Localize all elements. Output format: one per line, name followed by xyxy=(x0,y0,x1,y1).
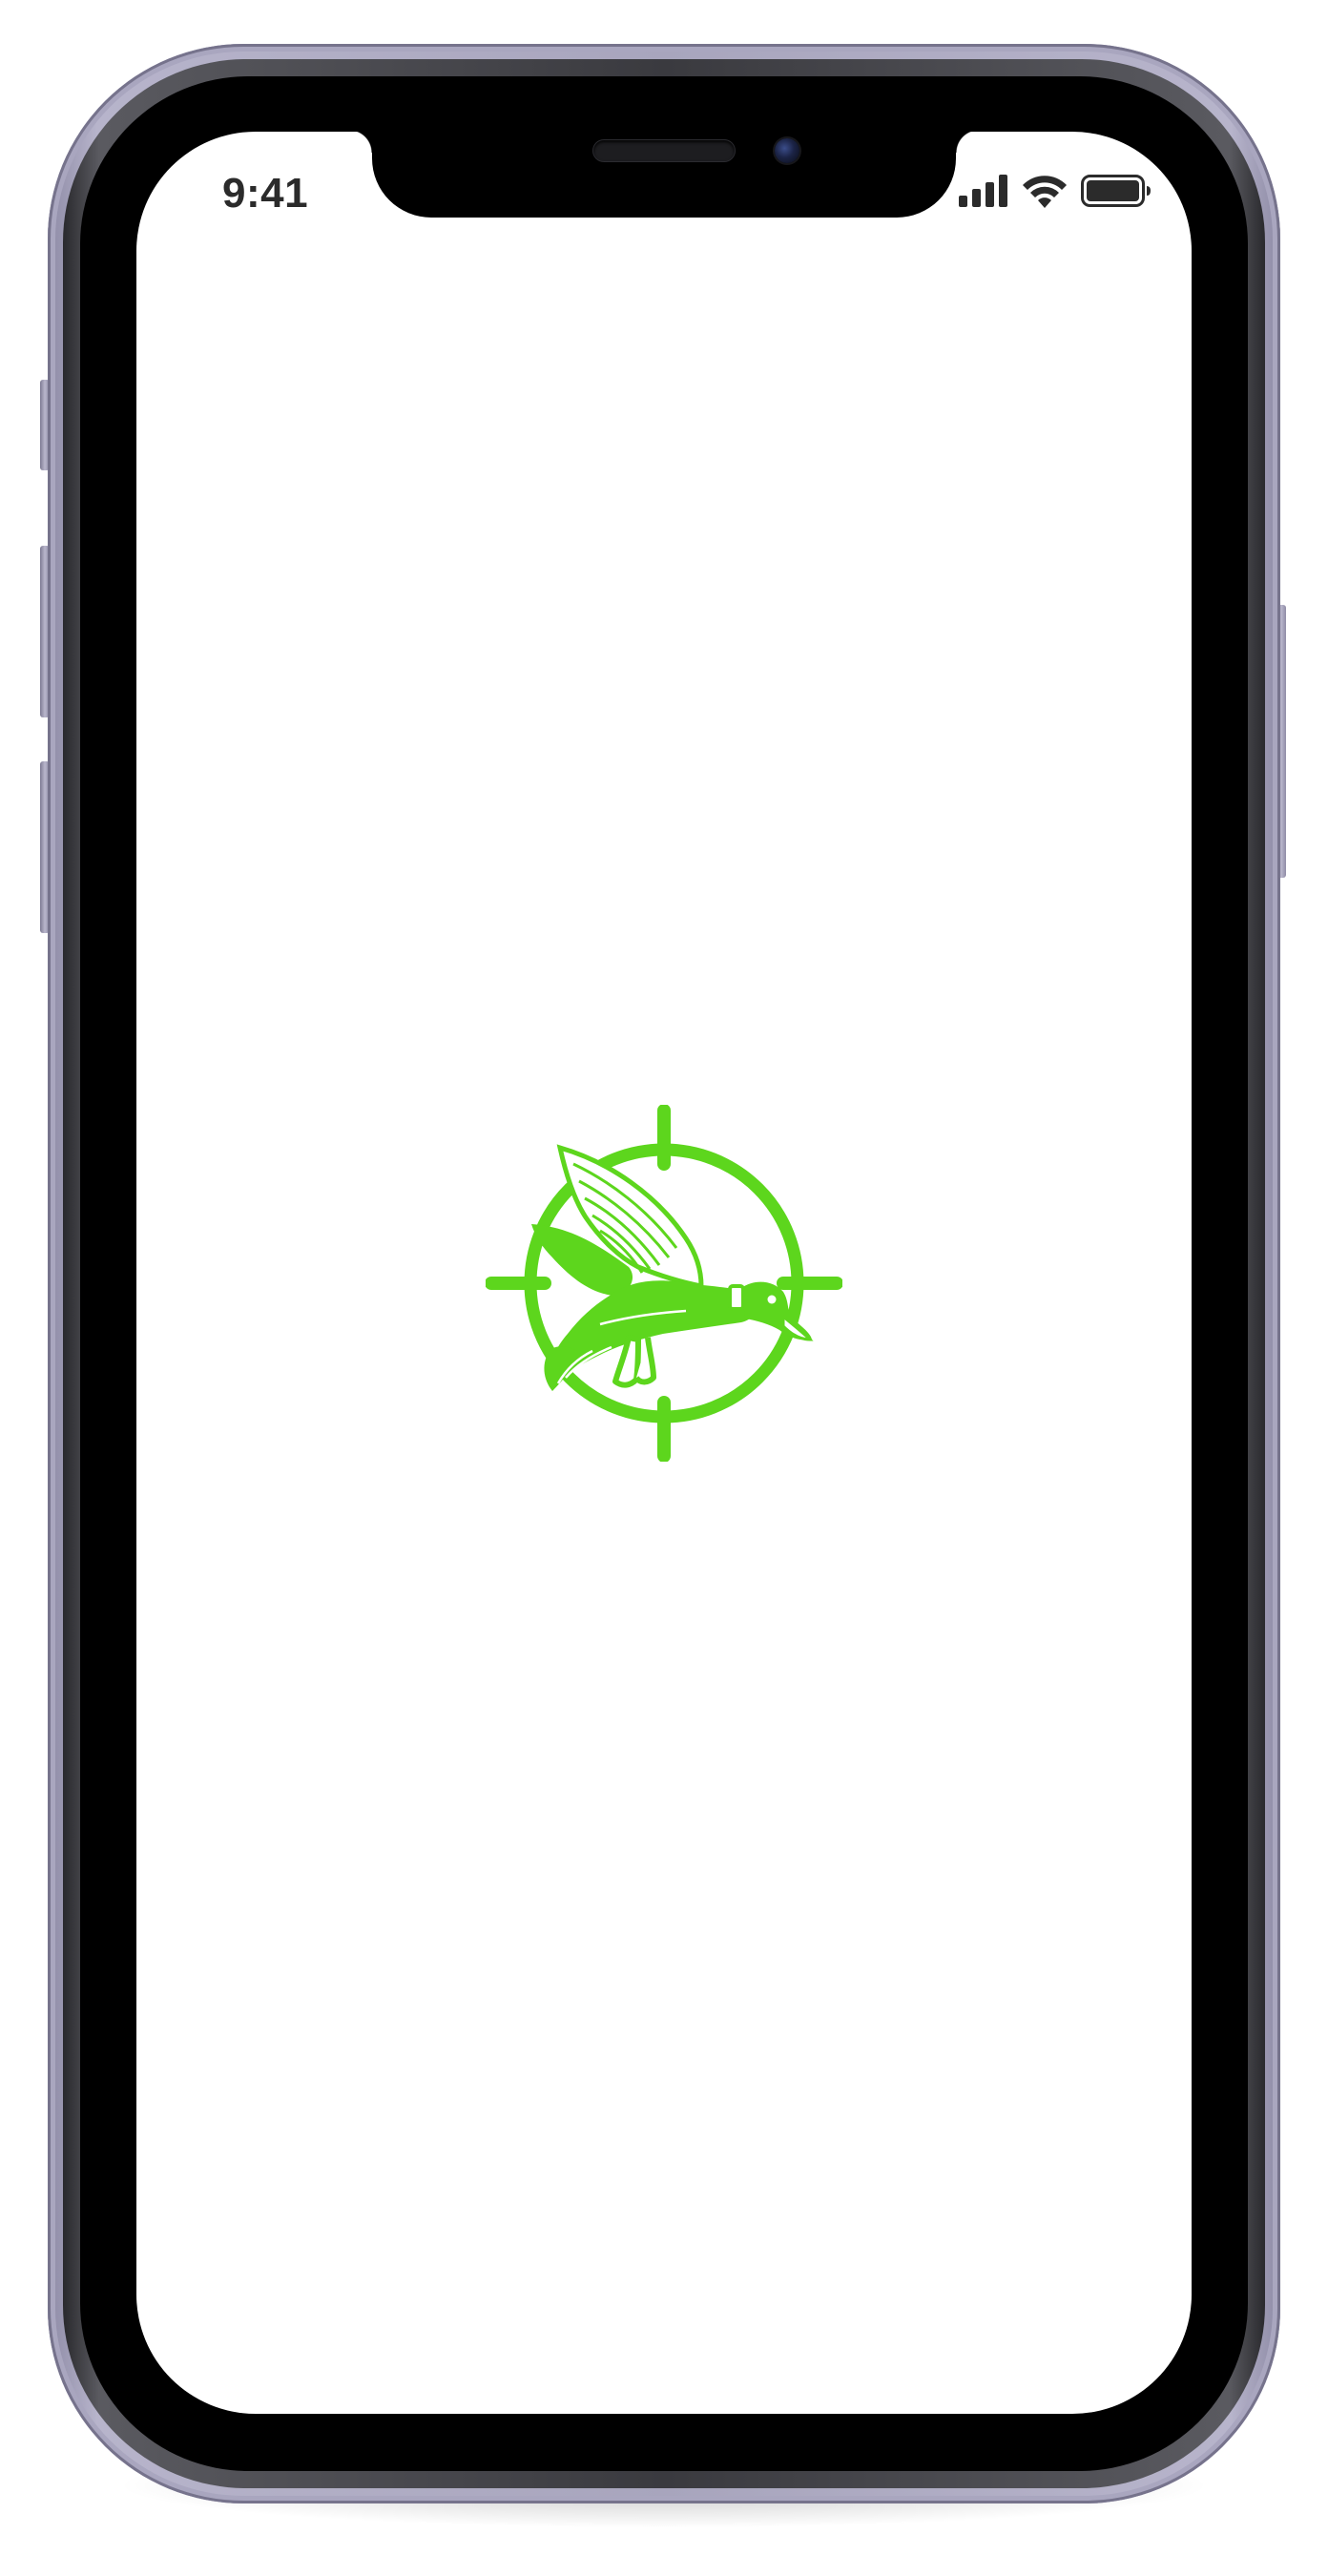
earpiece-speaker xyxy=(593,140,735,161)
status-icons xyxy=(959,174,1152,208)
duck-crosshair-logo-icon xyxy=(485,1104,843,1463)
wifi-icon xyxy=(1022,174,1068,208)
app-screen: 9:41 xyxy=(136,132,1192,2414)
battery-icon xyxy=(1081,175,1152,207)
status-time: 9:41 xyxy=(222,170,309,217)
cellular-signal-icon xyxy=(959,175,1008,207)
device-stage: 9:41 xyxy=(0,0,1328,2576)
front-camera xyxy=(775,138,799,163)
